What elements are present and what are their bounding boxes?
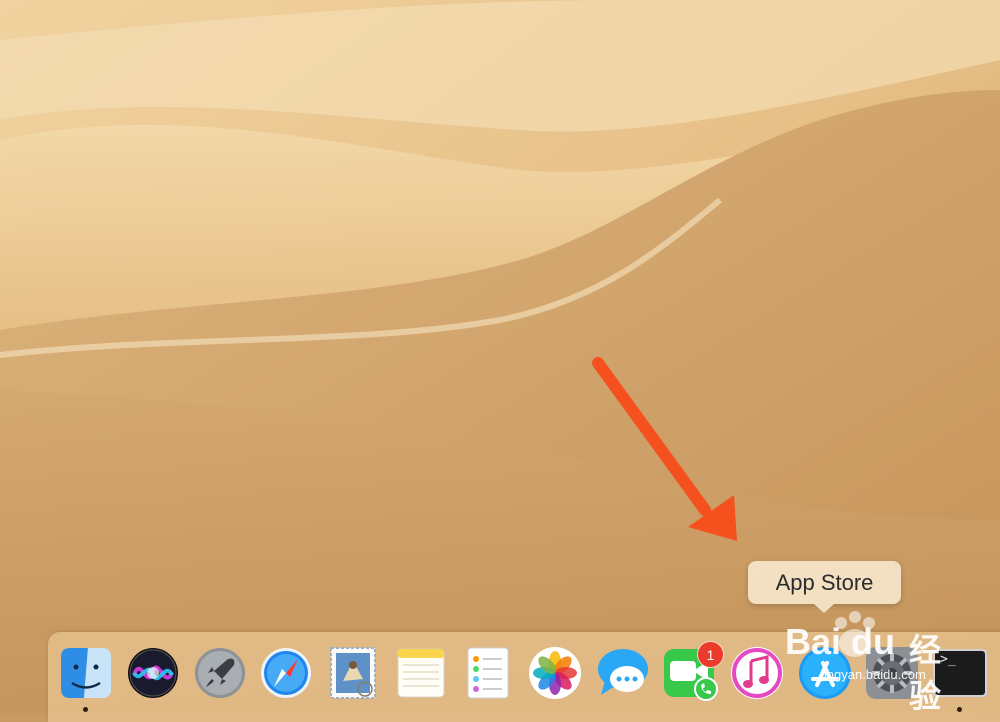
- messages-icon: [598, 649, 648, 695]
- dock-item-notes[interactable]: [393, 645, 449, 701]
- siri-icon: [128, 648, 178, 698]
- mail-icon: [330, 647, 376, 699]
- dock-item-mail[interactable]: [325, 645, 381, 701]
- notes-icon: [397, 648, 445, 698]
- dock-item-safari[interactable]: [258, 645, 314, 701]
- photos-icon: [529, 647, 581, 699]
- watermark-url: jingyan.baidu.com: [821, 667, 926, 682]
- dock-item-photos[interactable]: [527, 645, 583, 701]
- baidu-watermark: Bai du 经验 jingyan.baidu.com: [779, 603, 969, 714]
- dock-item-itunes[interactable]: [729, 645, 785, 701]
- dock-item-siri[interactable]: [125, 645, 181, 701]
- itunes-icon: [731, 647, 783, 699]
- finder-icon: [61, 648, 111, 698]
- dock-item-reminders[interactable]: [460, 645, 516, 701]
- safari-icon: [261, 648, 311, 698]
- watermark-logo: Bai du: [785, 621, 896, 662]
- dock-item-messages[interactable]: [595, 645, 651, 701]
- dock-item-finder[interactable]: [58, 645, 114, 701]
- dock-item-launchpad[interactable]: [192, 645, 248, 701]
- running-indicator: [83, 707, 88, 712]
- facetime-badge: 1: [697, 641, 724, 668]
- tooltip-text: App Store: [775, 569, 874, 595]
- reminders-icon: [467, 647, 509, 699]
- app-store-tooltip: App Store: [748, 561, 901, 613]
- launchpad-icon: [195, 648, 245, 698]
